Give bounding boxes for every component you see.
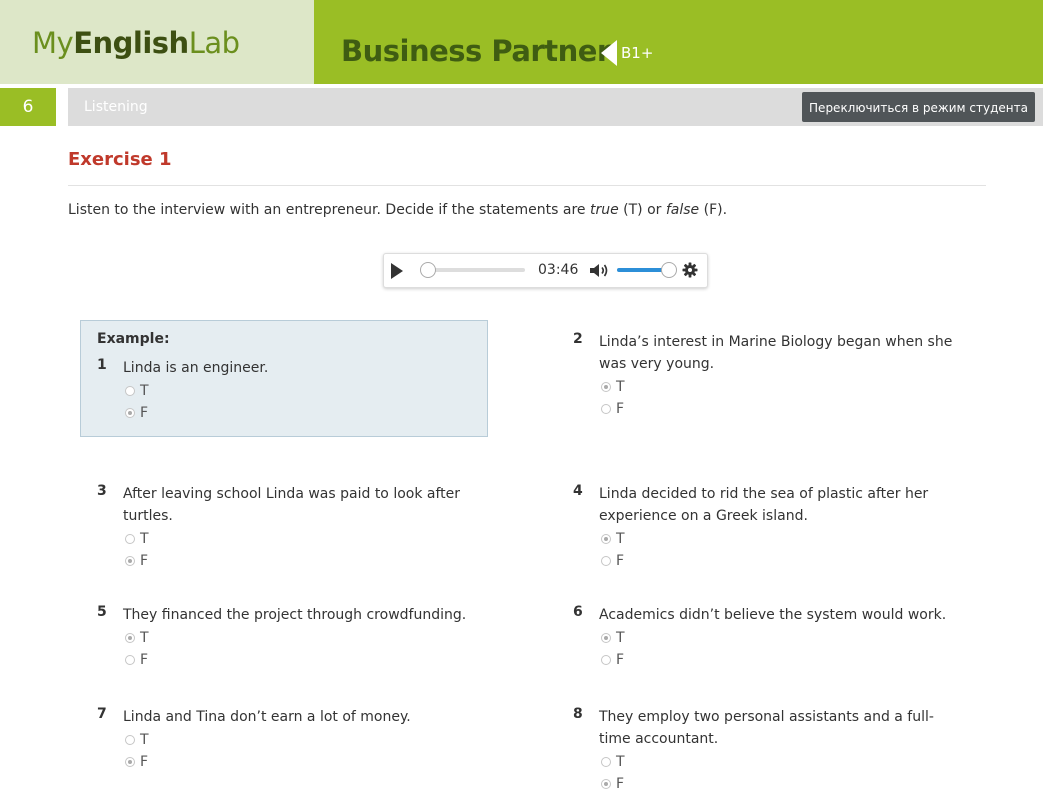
question-text: Linda decided to rid the sea of plastic … bbox=[599, 486, 929, 524]
option-t[interactable]: T bbox=[601, 752, 625, 772]
radio-button[interactable] bbox=[601, 534, 611, 544]
seek-bar[interactable] bbox=[424, 268, 525, 272]
unit-title: Listening bbox=[84, 99, 148, 115]
option-label: T bbox=[140, 630, 149, 646]
radio-button[interactable] bbox=[601, 556, 611, 566]
radio-button[interactable] bbox=[125, 633, 135, 643]
option-label: F bbox=[616, 776, 625, 792]
radio-button[interactable] bbox=[601, 633, 611, 643]
question-number: 2 bbox=[573, 331, 583, 347]
radio-button[interactable] bbox=[125, 386, 135, 396]
option-t[interactable]: T bbox=[125, 730, 149, 750]
option-t[interactable]: T bbox=[125, 529, 149, 549]
option-label: T bbox=[616, 379, 625, 395]
option-label: T bbox=[140, 383, 149, 399]
question-number: 3 bbox=[97, 483, 107, 499]
level-arrow-icon bbox=[601, 40, 617, 66]
radio-button[interactable] bbox=[601, 655, 611, 665]
level-label: B1+ bbox=[621, 44, 654, 62]
option-label: T bbox=[616, 630, 625, 646]
question-text: Linda’s interest in Marine Biology began… bbox=[599, 334, 953, 372]
question-number: 1 bbox=[97, 357, 107, 373]
radio-button[interactable] bbox=[601, 779, 611, 789]
option-f[interactable]: F bbox=[125, 650, 148, 670]
question-number: 8 bbox=[573, 706, 583, 722]
option-f[interactable]: F bbox=[601, 399, 624, 419]
volume-handle[interactable] bbox=[661, 262, 677, 278]
option-t[interactable]: T bbox=[601, 628, 625, 648]
question-text: After leaving school Linda was paid to l… bbox=[123, 486, 461, 524]
product-title: Business Partner bbox=[341, 34, 611, 68]
radio-button[interactable] bbox=[125, 757, 135, 767]
instruction-text: Listen to the interview with an entrepre… bbox=[68, 202, 590, 218]
option-label: F bbox=[140, 754, 149, 770]
logo-english: English bbox=[73, 26, 189, 60]
question-text: They employ two personal assistants and … bbox=[599, 709, 934, 747]
option-label: T bbox=[140, 732, 149, 748]
option-f[interactable]: F bbox=[601, 551, 624, 571]
option-label: F bbox=[616, 401, 625, 417]
instruction-false: false bbox=[665, 202, 700, 218]
logo-area: MyEnglishLab bbox=[0, 0, 314, 84]
unit-number: 6 bbox=[0, 88, 56, 126]
divider bbox=[68, 185, 986, 186]
instruction-false-abbr: (F). bbox=[699, 202, 728, 218]
gear-icon[interactable] bbox=[682, 262, 698, 278]
logo-my: My bbox=[32, 26, 74, 60]
play-icon[interactable] bbox=[391, 263, 403, 279]
option-label: F bbox=[140, 405, 149, 421]
option-f[interactable]: F bbox=[601, 650, 624, 670]
option-label: F bbox=[616, 652, 625, 668]
radio-button[interactable] bbox=[125, 534, 135, 544]
example-label: Example: bbox=[97, 331, 170, 347]
volume-slider[interactable] bbox=[617, 268, 667, 272]
option-t[interactable]: T bbox=[125, 628, 149, 648]
radio-button[interactable] bbox=[601, 382, 611, 392]
switch-to-student-mode-button[interactable]: Переключиться в режим студента bbox=[802, 92, 1035, 122]
question-number: 4 bbox=[573, 483, 583, 499]
exercise-title: Exercise 1 bbox=[68, 149, 172, 170]
radio-button[interactable] bbox=[125, 655, 135, 665]
volume-icon[interactable] bbox=[589, 262, 609, 279]
option-label: T bbox=[616, 531, 625, 547]
instruction-true-abbr: (T) or bbox=[618, 202, 666, 218]
question-number: 7 bbox=[97, 706, 107, 722]
radio-button[interactable] bbox=[125, 735, 135, 745]
radio-button[interactable] bbox=[125, 556, 135, 566]
exercise-instruction: Listen to the interview with an entrepre… bbox=[68, 202, 727, 218]
level-badge: B1+ bbox=[601, 40, 653, 66]
audio-player: 03:46 bbox=[383, 253, 708, 288]
option-t[interactable]: T bbox=[601, 529, 625, 549]
time-display: 03:46 bbox=[538, 262, 579, 278]
option-f[interactable]: F bbox=[125, 551, 148, 571]
option-t[interactable]: T bbox=[125, 381, 149, 401]
option-f[interactable]: F bbox=[601, 774, 624, 794]
question-text: They financed the project through crowdf… bbox=[123, 607, 467, 623]
question-number: 6 bbox=[573, 604, 583, 620]
option-t[interactable]: T bbox=[601, 377, 625, 397]
option-f[interactable]: F bbox=[125, 752, 148, 772]
radio-button[interactable] bbox=[601, 757, 611, 767]
option-f[interactable]: F bbox=[125, 403, 148, 423]
app-header: MyEnglishLab Business Partner B1+ bbox=[0, 0, 1043, 84]
option-label: F bbox=[140, 553, 149, 569]
myenglishlab-logo[interactable]: MyEnglishLab bbox=[32, 26, 240, 60]
option-label: T bbox=[140, 531, 149, 547]
radio-button[interactable] bbox=[125, 408, 135, 418]
option-label: T bbox=[616, 754, 625, 770]
question-text: Academics didn’t believe the system woul… bbox=[599, 607, 947, 623]
instruction-true: true bbox=[589, 202, 619, 218]
radio-button[interactable] bbox=[601, 404, 611, 414]
option-label: F bbox=[616, 553, 625, 569]
question-text: Linda is an engineer. bbox=[123, 360, 269, 376]
logo-lab: Lab bbox=[188, 26, 240, 60]
question-number: 5 bbox=[97, 604, 107, 620]
option-label: F bbox=[140, 652, 149, 668]
seek-handle[interactable] bbox=[420, 262, 436, 278]
question-text: Linda and Tina don’t earn a lot of money… bbox=[123, 709, 411, 725]
